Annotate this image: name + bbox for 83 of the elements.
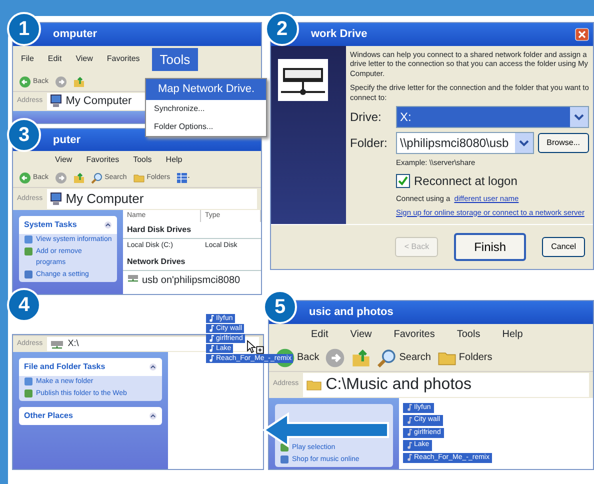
address-text: My Computer xyxy=(66,94,132,109)
dialog-button[interactable]: Cancel xyxy=(542,237,585,257)
music-file-icon xyxy=(406,429,412,436)
reconnect-checkbox[interactable] xyxy=(396,174,410,188)
dropdown-field[interactable]: \\philipsmci8080\usb xyxy=(396,132,534,154)
music-file-icon xyxy=(406,404,412,412)
music-file-icon xyxy=(406,454,412,462)
up-folder-icon[interactable] xyxy=(72,76,85,88)
search-icon[interactable] xyxy=(90,172,103,184)
music-file-icon xyxy=(208,315,214,322)
menu-item[interactable]: Folder Options... xyxy=(146,118,266,136)
menu-item[interactable]: Help xyxy=(500,326,525,342)
window-title: puter xyxy=(53,132,80,148)
window-title: omputer xyxy=(53,27,97,42)
address-text: X:\ xyxy=(68,337,79,350)
file-name[interactable]: usb on'philipsmci8080 xyxy=(142,272,240,288)
step-number: 4 xyxy=(7,288,41,322)
search-icon[interactable] xyxy=(377,348,398,368)
network-drive-icon xyxy=(50,338,64,349)
address-field[interactable]: My Computer xyxy=(46,189,257,208)
computer-icon xyxy=(50,192,62,206)
collapse-icon[interactable] xyxy=(149,362,157,370)
field-label: Drive: xyxy=(350,109,382,126)
toolbar-label: Folders xyxy=(458,351,492,365)
address-field[interactable]: C:\Music and photos xyxy=(302,372,589,396)
folder-icon xyxy=(306,378,322,390)
dropdown-field[interactable]: X: xyxy=(396,106,589,128)
forward-arrow-icon[interactable] xyxy=(54,172,67,184)
menu-item[interactable]: Help xyxy=(164,153,184,167)
dialog-button[interactable]: Finish xyxy=(454,233,526,261)
collapse-icon[interactable] xyxy=(104,220,112,228)
task-heading: Other Places xyxy=(24,410,73,422)
dropdown-caret-icon xyxy=(574,113,584,122)
dropdown-caret-icon xyxy=(518,139,529,148)
music-file-icon xyxy=(208,335,214,342)
menu-item[interactable]: Edit xyxy=(46,52,64,66)
window-title: work Drive xyxy=(311,27,368,42)
music-file-icon xyxy=(208,325,214,332)
toolbar-label: Search xyxy=(399,351,431,365)
music-file-icon xyxy=(208,345,214,352)
computer-icon xyxy=(50,94,62,108)
up-folder-icon[interactable] xyxy=(351,348,372,368)
menu-item[interactable]: Edit xyxy=(309,326,330,342)
network-drive-icon xyxy=(277,58,329,102)
browse-button[interactable]: Browse... xyxy=(538,133,589,154)
step-number: 2 xyxy=(265,12,299,46)
menu-item[interactable]: View xyxy=(348,326,374,342)
window-title: usic and photos xyxy=(309,305,394,320)
address-text: C:\Music and photos xyxy=(326,374,472,394)
step-number: 1 xyxy=(7,12,41,46)
folder-icon[interactable] xyxy=(132,172,145,184)
task-heading: System Tasks xyxy=(24,218,77,230)
group-heading: Hard Disk Drives xyxy=(123,222,261,239)
back-arrow-icon[interactable] xyxy=(19,172,31,184)
checkmark-icon xyxy=(398,176,408,186)
toolbar-label: Back xyxy=(297,351,320,365)
menu-item[interactable]: Favorites xyxy=(392,326,437,342)
menu-item[interactable]: Tools xyxy=(454,326,482,342)
menu-item[interactable]: View xyxy=(53,153,74,167)
checkbox-label: Reconnect at logon xyxy=(414,173,518,190)
menu-item[interactable]: File xyxy=(19,52,36,66)
close-icon[interactable] xyxy=(575,28,589,41)
forward-arrow-icon[interactable] xyxy=(54,76,67,88)
collapse-icon[interactable] xyxy=(149,412,157,420)
music-file-icon xyxy=(208,355,214,362)
group-heading: Network Drives xyxy=(123,254,261,270)
menu-item[interactable]: Favorites xyxy=(84,153,122,167)
task-heading: File and Folder Tasks xyxy=(24,360,106,372)
music-file-icon xyxy=(406,416,412,424)
menu-item[interactable]: Tools xyxy=(131,153,154,167)
task-icon xyxy=(24,270,33,279)
menu-item[interactable]: Synchronize... xyxy=(146,100,266,118)
menu-item[interactable]: View xyxy=(74,52,95,66)
address-text: My Computer xyxy=(66,190,144,208)
music-file-icon xyxy=(406,442,412,449)
menu-item[interactable]: Favorites xyxy=(104,52,142,66)
menu-item[interactable]: Tools xyxy=(152,48,198,71)
step-number: 5 xyxy=(263,290,297,324)
menu-item[interactable]: Map Network Drive. xyxy=(146,79,266,100)
back-arrow-icon[interactable] xyxy=(19,76,31,88)
field-label: Folder: xyxy=(350,135,388,152)
network-drive-icon xyxy=(127,272,139,282)
up-folder-icon[interactable] xyxy=(72,172,85,184)
